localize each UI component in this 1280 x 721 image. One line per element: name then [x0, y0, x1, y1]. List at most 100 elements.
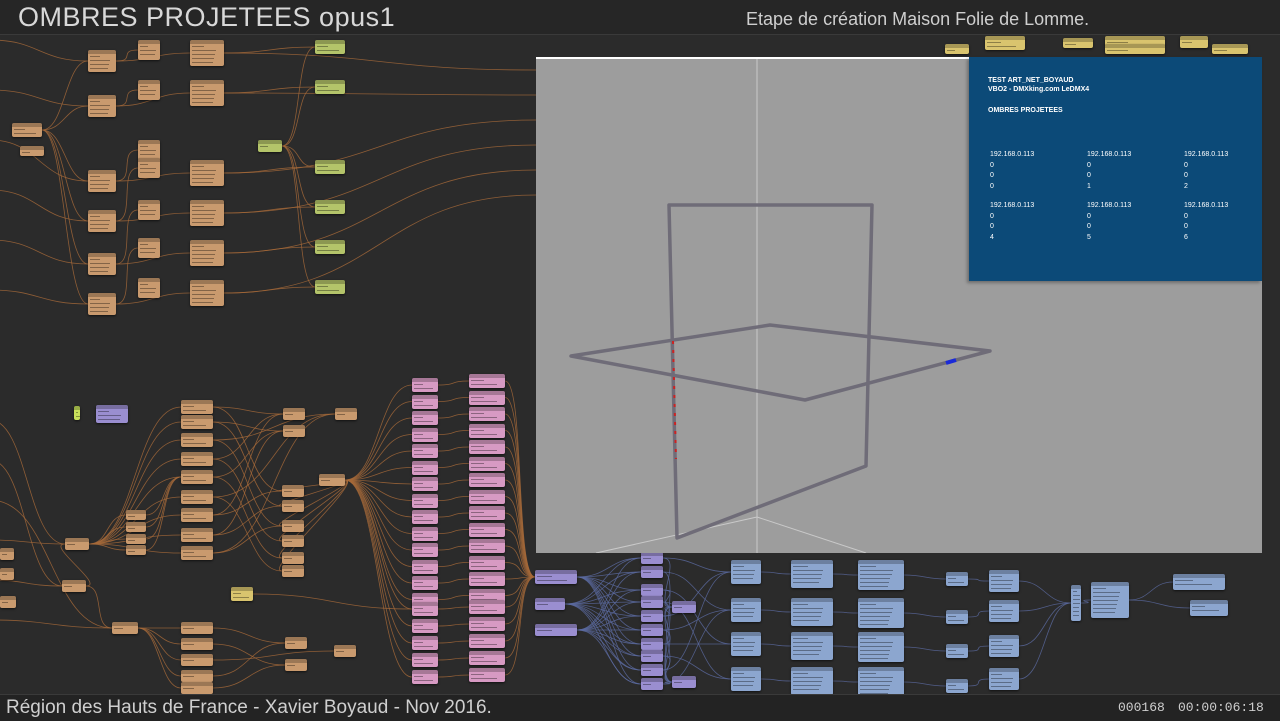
set-artnet-node[interactable]	[858, 632, 904, 662]
append-node[interactable]	[335, 408, 357, 420]
append-node[interactable]	[672, 601, 696, 613]
calculate-node[interactable]	[412, 670, 438, 684]
store-node[interactable]	[112, 622, 138, 634]
speed-node[interactable]	[181, 452, 213, 466]
calculate-node[interactable]	[412, 378, 438, 392]
make-artnet-node[interactable]	[791, 667, 833, 695]
change-node[interactable]	[469, 600, 505, 614]
get-item-node[interactable]	[641, 664, 663, 676]
top-node[interactable]	[985, 36, 1025, 50]
append-node[interactable]	[285, 637, 307, 649]
merge-node[interactable]	[1071, 585, 1081, 621]
append-node[interactable]	[946, 644, 968, 658]
calculate-node[interactable]	[412, 411, 438, 425]
calculate-node[interactable]	[412, 460, 438, 475]
append-node[interactable]	[946, 679, 968, 693]
append-node[interactable]	[334, 645, 356, 657]
get-item-node[interactable]	[641, 650, 663, 662]
top-node[interactable]	[945, 44, 969, 54]
object-node[interactable]	[88, 170, 116, 192]
append-node[interactable]	[283, 425, 305, 437]
getter-node[interactable]	[138, 158, 160, 178]
get-item-node[interactable]	[641, 584, 663, 596]
speed-node[interactable]	[181, 433, 213, 447]
color-swatch-node[interactable]	[74, 406, 80, 420]
store-value-node[interactable]	[282, 520, 304, 532]
change-node[interactable]	[469, 651, 505, 665]
append-node[interactable]	[285, 659, 307, 671]
arrange-node[interactable]	[1091, 582, 1129, 618]
value-node[interactable]	[231, 587, 253, 601]
set-artnet-node[interactable]	[858, 598, 904, 628]
calculate-node[interactable]	[412, 477, 438, 491]
make-artnet-node[interactable]	[791, 632, 833, 660]
output-node[interactable]	[315, 80, 345, 94]
store-value-node[interactable]	[282, 485, 304, 497]
change-node[interactable]	[469, 407, 505, 421]
change-node[interactable]	[469, 506, 505, 520]
speed-node[interactable]	[181, 654, 213, 666]
change-node[interactable]	[469, 634, 505, 648]
node[interactable]	[535, 598, 565, 610]
change-node[interactable]	[469, 423, 505, 438]
change-node[interactable]	[469, 456, 505, 471]
calculate-node[interactable]	[412, 394, 438, 409]
change-node[interactable]	[469, 539, 505, 553]
store-value-node[interactable]	[282, 535, 304, 547]
calculate-node[interactable]	[412, 636, 438, 650]
speed-node[interactable]	[181, 470, 213, 484]
node[interactable]	[126, 510, 146, 520]
calculate-node[interactable]	[412, 427, 438, 442]
change-node[interactable]	[469, 522, 505, 537]
node[interactable]	[535, 624, 577, 636]
make-artnet-node[interactable]	[791, 598, 833, 626]
make-text-node[interactable]	[989, 668, 1019, 690]
copy-node[interactable]	[190, 160, 224, 186]
get-item-node[interactable]	[641, 610, 663, 622]
store-value-node[interactable]	[319, 474, 345, 486]
object-node[interactable]	[88, 50, 116, 72]
node[interactable]	[126, 545, 146, 555]
store-node[interactable]	[62, 580, 86, 592]
store-value-node[interactable]	[282, 565, 304, 577]
object-node[interactable]	[88, 253, 116, 275]
edge-node[interactable]	[0, 596, 16, 608]
make-text-node[interactable]	[989, 600, 1019, 622]
get-item-node[interactable]	[641, 596, 663, 608]
get-item-node[interactable]	[641, 638, 663, 650]
speed-node[interactable]	[181, 622, 213, 634]
append-node[interactable]	[672, 676, 696, 688]
get-item-node[interactable]	[641, 678, 663, 690]
get-item-node[interactable]	[641, 552, 663, 564]
speed-node[interactable]	[181, 490, 213, 504]
render-window-node[interactable]	[1173, 574, 1225, 590]
store-value-node[interactable]	[258, 140, 282, 152]
math-node[interactable]	[731, 632, 761, 656]
top-node[interactable]	[1063, 38, 1093, 48]
speed-node[interactable]	[181, 682, 213, 694]
copy-node[interactable]	[190, 80, 224, 106]
calculate-node[interactable]	[412, 543, 438, 557]
copy-node[interactable]	[190, 200, 224, 226]
cycle-node[interactable]	[96, 405, 128, 423]
calculate-node[interactable]	[412, 576, 438, 590]
output-node[interactable]	[315, 160, 345, 174]
speed-node[interactable]	[181, 546, 213, 560]
getter-node[interactable]	[138, 140, 160, 160]
speed-node[interactable]	[181, 670, 213, 682]
calculate-node[interactable]	[412, 526, 438, 541]
append-node[interactable]	[283, 408, 305, 420]
node[interactable]	[126, 534, 146, 544]
calculate-node[interactable]	[412, 493, 438, 508]
getter-node[interactable]	[138, 40, 160, 60]
make-text-node[interactable]	[989, 635, 1019, 657]
store-node[interactable]	[20, 146, 44, 156]
top-node[interactable]	[1105, 44, 1165, 54]
change-node[interactable]	[469, 572, 505, 586]
copy-node[interactable]	[190, 40, 224, 66]
getter-node[interactable]	[138, 238, 160, 258]
change-node[interactable]	[469, 489, 505, 504]
make-text-node[interactable]	[989, 570, 1019, 592]
make-sprite-node[interactable]	[12, 123, 42, 137]
get-item-node[interactable]	[641, 624, 663, 636]
